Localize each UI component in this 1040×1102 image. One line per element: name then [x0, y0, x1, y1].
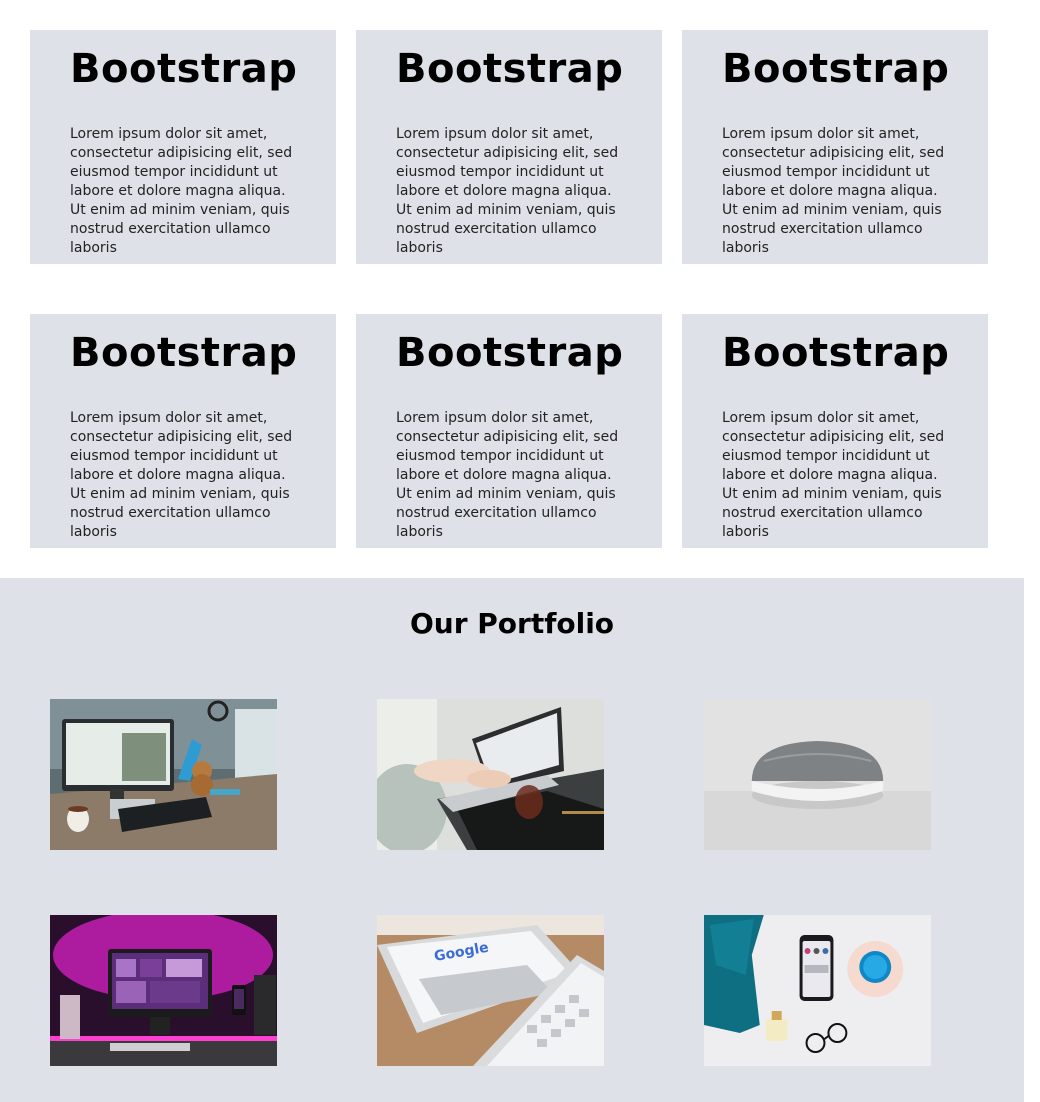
feature-card: Bootstrap Lorem ipsum dolor sit amet, co…	[356, 30, 662, 264]
feature-card: Bootstrap Lorem ipsum dolor sit amet, co…	[30, 30, 336, 264]
portfolio-heading: Our Portfolio	[409, 607, 615, 640]
pink-desk-setup-photo[interactable]	[50, 915, 277, 1066]
phone-flatlay-photo[interactable]	[704, 915, 931, 1066]
feature-card-body: Lorem ipsum dolor sit amet, consectetur …	[70, 126, 293, 256]
feature-card-body: Lorem ipsum dolor sit amet, consectetur …	[722, 410, 945, 540]
feature-card: Bootstrap Lorem ipsum dolor sit amet, co…	[30, 314, 336, 548]
feature-card-body: Lorem ipsum dolor sit amet, consectetur …	[396, 126, 619, 256]
feature-card-body: Lorem ipsum dolor sit amet, consectetur …	[70, 410, 293, 540]
desk-computer-photo[interactable]	[50, 699, 277, 850]
tablet-keyboard-photo[interactable]: Google	[377, 915, 604, 1066]
feature-card-title: Bootstrap	[722, 46, 950, 92]
smart-speaker-photo[interactable]	[704, 699, 931, 850]
feature-card-title: Bootstrap	[396, 46, 624, 92]
feature-card: Bootstrap Lorem ipsum dolor sit amet, co…	[356, 314, 662, 548]
feature-card-title: Bootstrap	[70, 46, 298, 92]
laptop-typing-photo[interactable]	[377, 699, 604, 850]
feature-card-title: Bootstrap	[70, 330, 298, 376]
feature-card-title: Bootstrap	[722, 330, 950, 376]
feature-card-body: Lorem ipsum dolor sit amet, consectetur …	[722, 126, 945, 256]
feature-card-body: Lorem ipsum dolor sit amet, consectetur …	[396, 410, 619, 540]
feature-card: Bootstrap Lorem ipsum dolor sit amet, co…	[682, 314, 988, 548]
feature-card-title: Bootstrap	[396, 330, 624, 376]
portfolio-section: Our Portfolio Google	[0, 578, 1024, 1102]
feature-card: Bootstrap Lorem ipsum dolor sit amet, co…	[682, 30, 988, 264]
